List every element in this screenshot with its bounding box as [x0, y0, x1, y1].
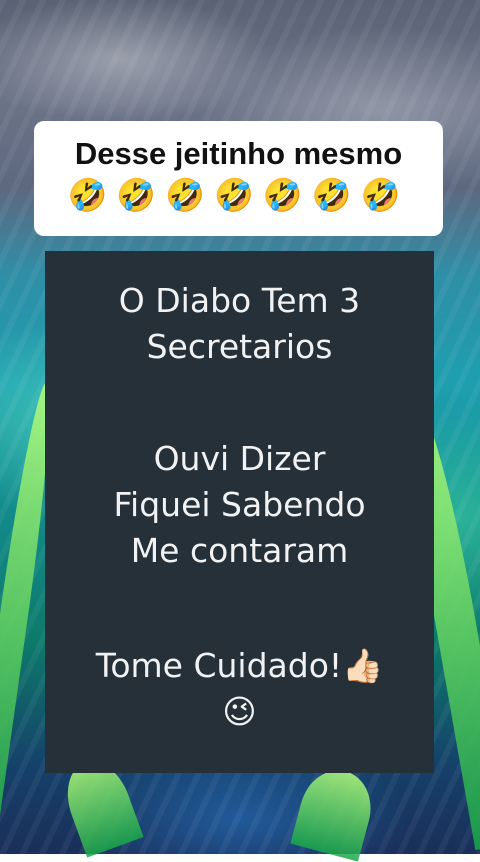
message-block-2: Ouvi Dizer Fiquei Sabendo Me contaram [45, 436, 434, 574]
message-block-3: Tome Cuidado!👍🏻 😉 [45, 643, 434, 735]
caption-box: Desse jeitinho mesmo 🤣🤣🤣🤣🤣🤣🤣 [34, 121, 443, 236]
message-line: Secretarios [146, 327, 333, 366]
message-line: Fiquei Sabendo [113, 485, 366, 524]
message-panel: O Diabo Tem 3 Secretarios Ouvi Dizer Fiq… [45, 251, 434, 773]
wink-emoji: 😉 [222, 692, 257, 731]
message-line: O Diabo Tem 3 [118, 281, 361, 320]
caption-title: Desse jeitinho mesmo [74, 136, 403, 171]
message-line: Tome Cuidado!👍🏻 [95, 646, 384, 685]
message-line: Me contaram [130, 531, 349, 570]
laughing-emoji-row: 🤣🤣🤣🤣🤣🤣🤣 [67, 176, 410, 214]
message-line: Ouvi Dizer [153, 439, 326, 478]
message-block-1: O Diabo Tem 3 Secretarios [45, 278, 434, 370]
